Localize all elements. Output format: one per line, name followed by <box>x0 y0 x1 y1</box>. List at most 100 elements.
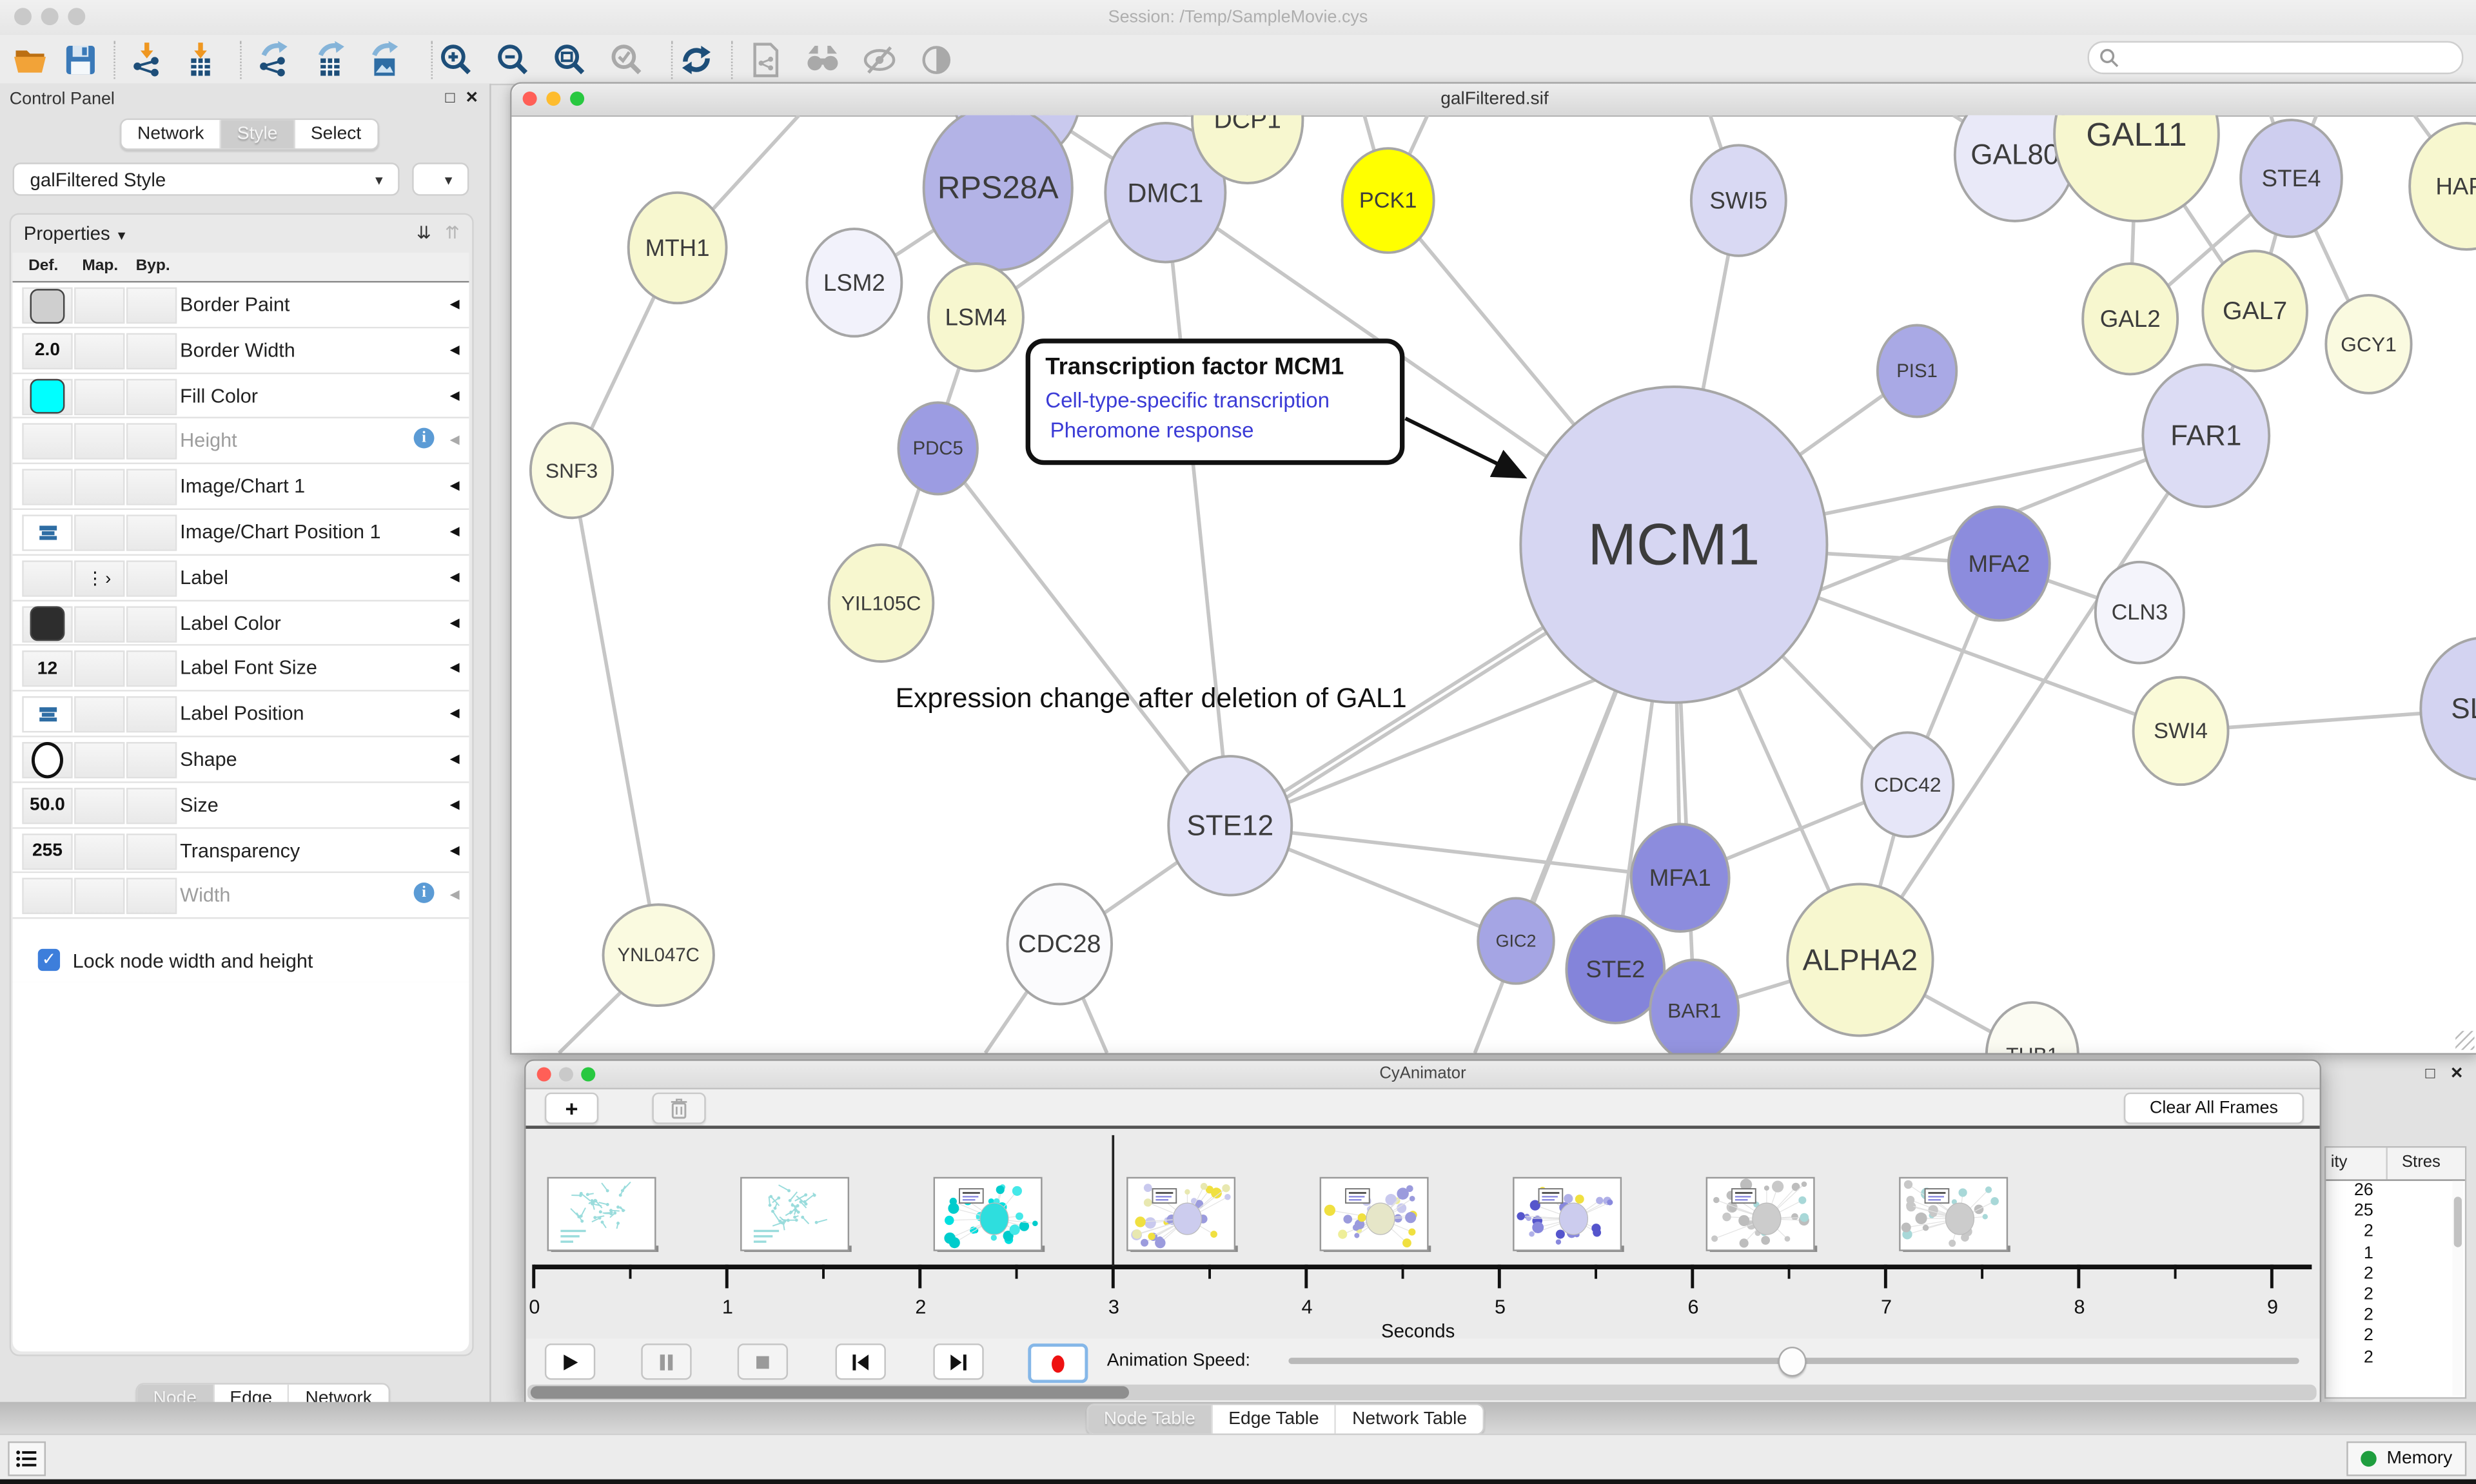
property-row-label-position[interactable]: Label Position◀ <box>13 692 469 737</box>
network-node-BAR1[interactable]: BAR1 <box>1650 960 1738 1053</box>
network-node-YIL105C[interactable]: YIL105C <box>829 545 934 661</box>
network-node-SLT2[interactable]: SLT2 <box>2421 638 2476 779</box>
column-header-stress[interactable]: Stres <box>2402 1153 2441 1171</box>
table-row[interactable]: 2 <box>2326 1347 2465 1368</box>
expand-row-arrow-icon[interactable]: ◀ <box>450 706 460 720</box>
property-row-label-font-size[interactable]: 12Label Font Size◀ <box>13 647 469 692</box>
expand-row-arrow-icon[interactable]: ◀ <box>450 843 460 857</box>
info-icon[interactable]: i <box>414 883 435 904</box>
clear-all-frames-button[interactable]: Clear All Frames <box>2124 1093 2304 1124</box>
close-network-window-button[interactable] <box>523 92 537 106</box>
frame-thumbnail-sec-5[interactable] <box>1513 1178 1624 1252</box>
tab-network[interactable]: Network <box>122 120 222 148</box>
frame-thumbnail-sec-3[interactable] <box>1127 1178 1237 1252</box>
tab-style[interactable]: Style <box>221 120 295 148</box>
network-node-HAP2[interactable]: HAP2 <box>2410 123 2476 249</box>
network-node-ALPHA2[interactable]: ALPHA2 <box>1787 884 1932 1035</box>
property-row-size[interactable]: 50.0Size◀ <box>13 783 469 828</box>
network-node-STE12[interactable]: STE12 <box>1168 756 1292 895</box>
network-node-MTH1[interactable]: MTH1 <box>629 193 727 303</box>
close-cyanimator-button[interactable] <box>537 1068 551 1082</box>
task-history-button[interactable] <box>8 1441 46 1476</box>
network-node-PDC5[interactable]: PDC5 <box>898 402 977 494</box>
network-node-LSM2[interactable]: LSM2 <box>807 229 901 337</box>
network-node-SWI4[interactable]: SWI4 <box>2134 678 2228 785</box>
tab-edge-table[interactable]: Edge Table <box>1213 1405 1337 1434</box>
expand-all-icon[interactable]: ⇊ <box>417 222 431 243</box>
property-row-image-chart-1[interactable]: Image/Chart 1◀ <box>13 464 469 510</box>
animation-speed-slider[interactable] <box>1288 1358 2299 1364</box>
property-row-height[interactable]: Heighti◀ <box>13 419 469 465</box>
expand-row-arrow-icon[interactable]: ◀ <box>450 888 460 902</box>
property-row-image-chart-position-1[interactable]: Image/Chart Position 1◀ <box>13 510 469 556</box>
network-node-GAL11[interactable]: GAL11 <box>2054 115 2219 221</box>
property-row-width[interactable]: Widthi◀ <box>13 874 469 919</box>
record-button[interactable] <box>1028 1343 1088 1383</box>
frame-thumbnail-sec-4[interactable] <box>1321 1178 1431 1252</box>
search-network-icon[interactable] <box>802 39 843 81</box>
show-graphics-eye-icon[interactable] <box>916 39 957 81</box>
expand-row-arrow-icon[interactable]: ◀ <box>450 342 460 356</box>
frame-thumbnail-sec-2[interactable] <box>934 1178 1045 1252</box>
zoom-fit-icon[interactable] <box>549 39 591 81</box>
table-row[interactable]: 2 <box>2326 1327 2465 1347</box>
lock-size-checkbox[interactable]: ✓ <box>38 949 60 971</box>
expand-row-arrow-icon[interactable]: ◀ <box>450 524 460 538</box>
open-session-icon[interactable] <box>10 39 51 81</box>
network-node-LSM4[interactable]: LSM4 <box>928 264 1023 371</box>
minimize-window-button[interactable] <box>41 8 59 25</box>
network-node-TUB1[interactable]: TUB1 <box>1987 1002 2078 1053</box>
property-row-transparency[interactable]: 255Transparency◀ <box>13 828 469 874</box>
property-row-border-paint[interactable]: Border Paint◀ <box>13 282 469 328</box>
zoom-network-window-button[interactable] <box>570 92 584 106</box>
maximize-window-button[interactable] <box>68 8 85 25</box>
table-row[interactable]: 1 <box>2326 1244 2465 1264</box>
add-frame-button[interactable]: + <box>545 1093 598 1124</box>
network-node-MCM1[interactable]: MCM1 <box>1520 387 1827 703</box>
frame-thumbnail-sec-7[interactable] <box>1900 1178 2010 1252</box>
table-row[interactable]: 26 <box>2326 1181 2465 1202</box>
annotation-link[interactable]: Pheromone response <box>1050 418 1254 442</box>
table-row[interactable]: 2 <box>2326 1222 2465 1243</box>
network-file-icon[interactable] <box>745 39 787 81</box>
memory-button[interactable]: Memory <box>2347 1441 2466 1476</box>
last-frame-button[interactable] <box>933 1343 983 1380</box>
network-canvas[interactable]: RPS28ADMC1DCP1PCK1MTH1LSM2LSM4SNF3PDC5YI… <box>511 115 2476 1053</box>
zoom-selected-icon[interactable] <box>606 39 647 81</box>
float-panel-icon[interactable]: □ <box>445 90 455 108</box>
network-node-CDC28[interactable]: CDC28 <box>1007 884 1112 1004</box>
first-frame-button[interactable] <box>836 1343 886 1380</box>
frame-thumbnail-sec-1[interactable] <box>741 1178 851 1252</box>
style-options-dropdown[interactable]: ▼ <box>412 162 469 195</box>
expand-row-arrow-icon[interactable]: ◀ <box>450 479 460 493</box>
network-node-PCK1[interactable]: PCK1 <box>1342 148 1434 253</box>
network-node-GAL2[interactable]: GAL2 <box>2083 264 2177 374</box>
network-node-CDC42[interactable]: CDC42 <box>1862 732 1953 837</box>
table-row[interactable]: 2 <box>2326 1285 2465 1305</box>
property-row-label[interactable]: ⋮›Label◀ <box>13 556 469 601</box>
network-node-CLN3[interactable]: CLN3 <box>2096 562 2184 663</box>
expand-row-arrow-icon[interactable]: ◀ <box>450 615 460 629</box>
slider-knob[interactable] <box>1778 1347 1807 1377</box>
info-icon[interactable]: i <box>414 429 435 449</box>
zoom-out-icon[interactable] <box>493 39 534 81</box>
column-header-centrality[interactable]: ity <box>2331 1153 2348 1171</box>
network-node-GAL7[interactable]: GAL7 <box>2203 251 2307 371</box>
network-node-FAR1[interactable]: FAR1 <box>2143 365 2269 507</box>
table-row[interactable]: 2 <box>2326 1306 2465 1327</box>
frame-thumbnail-sec-6[interactable] <box>1707 1178 1817 1252</box>
style-selector-dropdown[interactable]: galFiltered Style▼ <box>13 162 400 195</box>
export-image-icon[interactable] <box>363 39 404 81</box>
expand-row-arrow-icon[interactable]: ◀ <box>450 797 460 811</box>
import-network-icon[interactable] <box>126 39 168 81</box>
expand-row-arrow-icon[interactable]: ◀ <box>450 752 460 766</box>
network-node-GIC2[interactable]: GIC2 <box>1478 898 1554 983</box>
property-row-label-color[interactable]: Label Color◀ <box>13 601 469 647</box>
collapse-all-icon[interactable]: ⇈ <box>445 222 460 243</box>
network-node-SNF3[interactable]: SNF3 <box>531 423 613 518</box>
network-node-MFA2[interactable]: MFA2 <box>1949 507 2050 620</box>
network-node-YNL047C[interactable]: YNL047C <box>604 904 714 1006</box>
expand-row-arrow-icon[interactable]: ◀ <box>450 661 460 675</box>
tab-select[interactable]: Select <box>295 120 377 148</box>
expand-row-arrow-icon[interactable]: ◀ <box>450 297 460 311</box>
